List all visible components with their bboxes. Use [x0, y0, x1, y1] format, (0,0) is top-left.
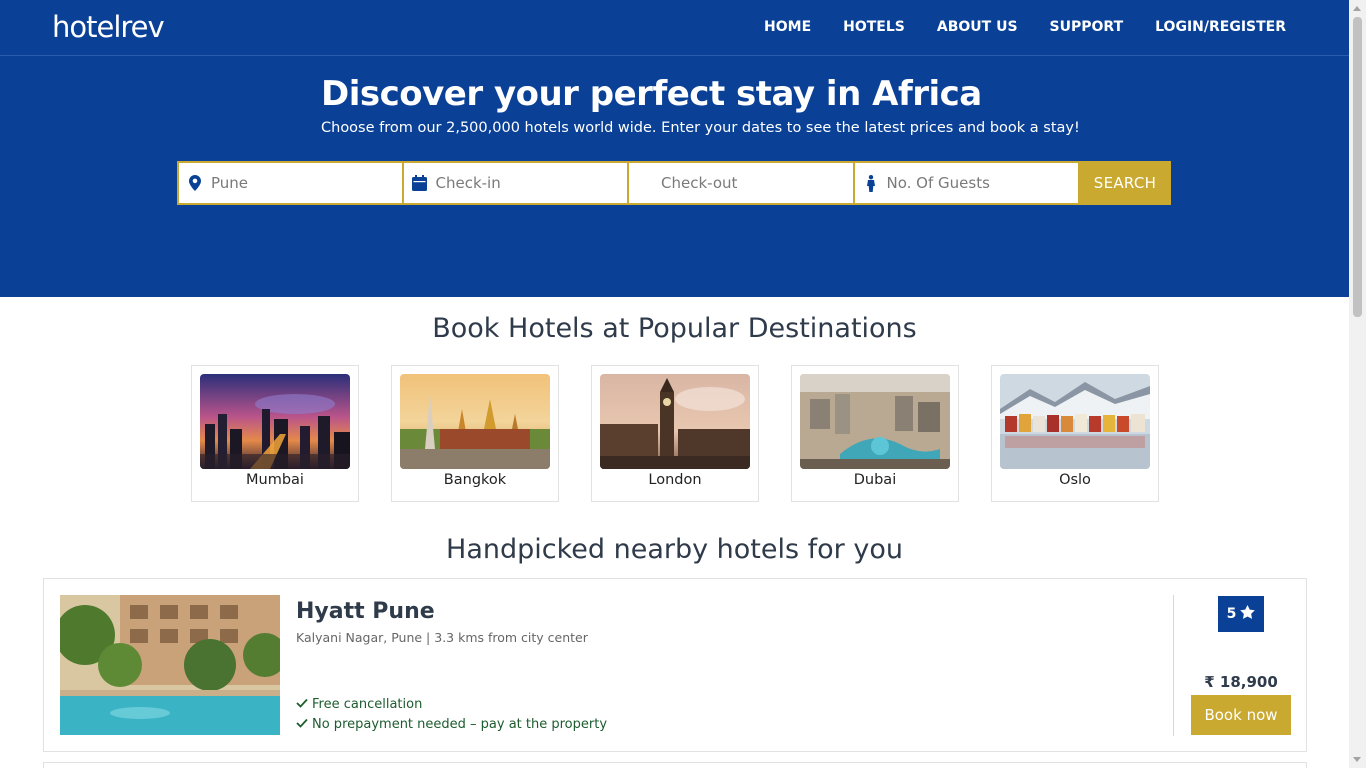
star-icon	[1240, 605, 1256, 623]
check-icon	[296, 697, 308, 712]
nav-hotels[interactable]: HOTELS	[843, 19, 905, 35]
dubai-photo	[800, 374, 950, 469]
london-photo	[600, 374, 750, 469]
map-pin-icon	[187, 175, 203, 191]
perk-label: Free cancellation	[312, 697, 423, 712]
scroll-down-icon[interactable]	[1353, 757, 1361, 762]
search-button[interactable]: SEARCH	[1079, 161, 1171, 205]
checkout-field[interactable]	[628, 161, 854, 205]
nav-about-us[interactable]: ABOUT US	[937, 19, 1018, 35]
book-now-button[interactable]: Book now	[1191, 695, 1291, 735]
destination-card-bangkok[interactable]: Bangkok	[391, 365, 559, 502]
calendar-icon	[412, 175, 428, 191]
mumbai-photo	[200, 374, 350, 469]
destination-label: Mumbai	[246, 472, 304, 488]
main-nav: HOME HOTELS ABOUT US SUPPORT LOGIN/REGIS…	[764, 19, 1286, 35]
destination-label: Oslo	[1059, 472, 1091, 488]
card-divider	[1173, 595, 1174, 736]
checkout-input[interactable]	[629, 163, 853, 203]
site-logo[interactable]: hotelrev	[52, 10, 165, 44]
scroll-up-icon[interactable]	[1353, 6, 1361, 11]
nav-login-register[interactable]: LOGIN/REGISTER	[1155, 19, 1286, 35]
search-bar: SEARCH	[177, 161, 1172, 205]
destination-label: London	[648, 472, 702, 488]
destination-card-dubai[interactable]: Dubai	[791, 365, 959, 502]
destination-label: Dubai	[853, 472, 897, 488]
bangkok-photo	[400, 374, 550, 469]
person-icon	[863, 174, 879, 192]
destination-card-mumbai[interactable]: Mumbai	[191, 365, 359, 502]
hotel-name[interactable]: Hyatt Pune	[296, 599, 435, 624]
rating-value: 5	[1226, 606, 1237, 622]
perk-item: No prepayment needed – pay at the proper…	[296, 717, 607, 732]
hotel-price: ₹ 18,900	[1204, 673, 1278, 691]
hotel-card-next	[43, 762, 1307, 768]
perk-item: Free cancellation	[296, 697, 422, 712]
location-input[interactable]	[179, 163, 402, 203]
star-rating-badge: 5	[1218, 596, 1264, 632]
hero-subtitle: Choose from our 2,500,000 hotels world w…	[321, 120, 1080, 136]
scrollbar-thumb[interactable]	[1353, 17, 1362, 317]
check-icon	[296, 717, 308, 732]
oslo-photo	[1000, 374, 1150, 469]
checkin-field[interactable]	[402, 161, 628, 205]
hero-banner: Discover your perfect stay in Africa Cho…	[0, 56, 1349, 297]
guests-input[interactable]	[854, 163, 1078, 203]
destination-card-oslo[interactable]: Oslo	[991, 365, 1159, 502]
destination-list: Mumbai Bangkok London Dubai Oslo	[191, 365, 1159, 502]
location-field[interactable]	[177, 161, 403, 205]
nav-support[interactable]: SUPPORT	[1050, 19, 1124, 35]
destinations-heading: Book Hotels at Popular Destinations	[432, 313, 917, 344]
nearby-heading: Handpicked nearby hotels for you	[446, 534, 903, 565]
nav-home[interactable]: HOME	[764, 19, 811, 35]
top-navbar: hotelrev HOME HOTELS ABOUT US SUPPORT LO…	[0, 0, 1349, 56]
destination-card-london[interactable]: London	[591, 365, 759, 502]
guests-field[interactable]	[853, 161, 1079, 205]
destination-label: Bangkok	[443, 472, 507, 488]
page-scrollbar[interactable]	[1349, 0, 1366, 768]
perk-label: No prepayment needed – pay at the proper…	[312, 717, 608, 732]
hero-title: Discover your perfect stay in Africa	[321, 74, 982, 114]
hotel-location: Kalyani Nagar, Pune | 3.3 kms from city …	[296, 630, 588, 645]
checkin-input[interactable]	[403, 163, 627, 203]
hotel-photo[interactable]	[60, 595, 280, 735]
hotel-card: Hyatt Pune Kalyani Nagar, Pune | 3.3 kms…	[43, 578, 1307, 752]
